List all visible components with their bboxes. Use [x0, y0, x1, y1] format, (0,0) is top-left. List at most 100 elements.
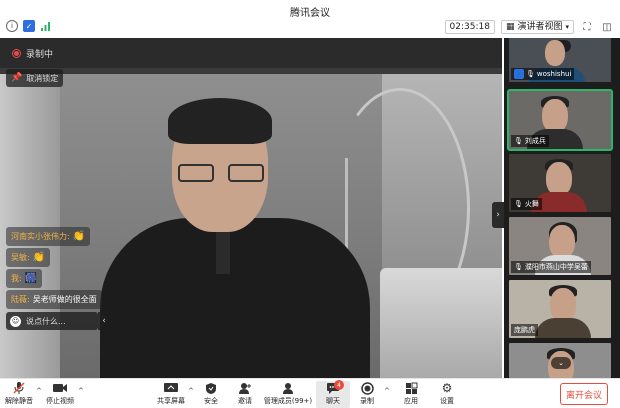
mic-icon: 🎙: [514, 263, 523, 271]
speaker-glasses: [178, 164, 264, 184]
chat-sender: 河南实小张伟力:: [11, 232, 70, 241]
scroll-down-icon[interactable]: ⌄: [551, 357, 571, 369]
recording-label: 录制中: [26, 50, 54, 60]
recording-bar: [0, 38, 502, 68]
participant-tile[interactable]: 🎙 刘成兵: [507, 89, 613, 151]
participant-name-tag: 👤 🎙 woshishui: [511, 68, 575, 80]
apps-grid-icon: [403, 381, 419, 395]
speaker-hair: [168, 98, 272, 144]
participant-name-tag: 🎙 刘成兵: [511, 135, 549, 147]
participant-tile[interactable]: 庞鹏虎: [509, 280, 611, 338]
chat-unread-badge: 4: [334, 380, 344, 390]
chat-message: 陆薇: 吴老师做的很全面: [6, 290, 102, 309]
video-label: 停止视频: [46, 397, 74, 405]
manage-members-label: 管理成员(99+): [263, 397, 313, 405]
share-screen-label: 共享屏幕: [157, 397, 185, 405]
share-screen-button[interactable]: 共享屏幕: [156, 381, 186, 408]
security-shield-icon: [203, 381, 219, 395]
participant-name-tag: 🎙 濮阳市燕山中学吴蕾: [511, 261, 591, 273]
mic-icon: 🎙: [514, 200, 523, 208]
participant-tile[interactable]: 🎙 濮阳市燕山中学吴蕾: [509, 217, 611, 275]
gear-icon: ⚙: [441, 381, 453, 395]
view-mode-label: 演讲者视图: [517, 21, 563, 32]
participant-rail: ⌃ 👤 🎙 woshishui 🎙 刘成兵 🎙 火舞: [504, 38, 620, 378]
chat-message: 我: 🎆: [6, 269, 43, 288]
invite-label: 邀请: [238, 397, 252, 405]
apps-label: 应用: [404, 397, 418, 405]
app-title: 腾讯会议: [290, 8, 330, 19]
chevron-down-icon: ▾: [565, 22, 569, 31]
share-screen-icon: [163, 381, 179, 395]
security-label: 安全: [204, 397, 218, 405]
meeting-window: 腾讯会议 i ✓ 02:35:18 ▦ 演讲者视图 ▾ ⛶ ◫ 录制中 📌 取消…: [0, 0, 620, 408]
mic-muted-icon: [11, 381, 27, 395]
record-label: 录制: [360, 397, 374, 405]
info-icon[interactable]: i: [6, 20, 18, 32]
mute-label: 解除静音: [5, 397, 33, 405]
chat-button[interactable]: 4 聊天: [316, 380, 350, 408]
record-icon: [359, 381, 375, 395]
pin-icon: 📌: [11, 73, 23, 83]
record-dot-icon: [12, 49, 21, 58]
participant-face: [549, 225, 575, 259]
security-button[interactable]: 安全: [200, 381, 222, 408]
chat-overlay: 河南实小张伟力: 👏 吴敏: 👏 我: 🎆 陆薇: 吴老师做的很全面: [6, 224, 126, 309]
participant-face: [542, 99, 568, 133]
participant-name-tag: 🎙 火舞: [511, 198, 542, 210]
share-options-chevron[interactable]: ^: [188, 387, 194, 395]
title-controls: 02:35:18 ▦ 演讲者视图 ▾ ⛶ ◫: [444, 20, 614, 34]
speaker-body: [100, 218, 370, 378]
clap-icon: 👏: [72, 231, 86, 242]
chat-input[interactable]: ☺ 说点什么...: [6, 312, 98, 330]
sidebar-toggle-icon[interactable]: ◫: [600, 20, 614, 34]
speaker-video: [90, 98, 410, 378]
status-icons: i ✓: [6, 20, 52, 32]
record-options-chevron[interactable]: ^: [384, 387, 390, 395]
meeting-toolbar: 解除静音 ^ 停止视频 ^ 共享屏幕 ^ 安全 邀请 管理成员(99+) 4 聊…: [0, 378, 620, 408]
participant-name: 濮阳市燕山中学吴蕾: [524, 263, 588, 271]
apps-button[interactable]: 应用: [400, 381, 422, 408]
video-button[interactable]: 停止视频: [44, 381, 76, 408]
signal-icon[interactable]: [40, 20, 52, 32]
video-options-chevron[interactable]: ^: [78, 387, 84, 395]
participant-face: [550, 288, 576, 322]
chat-collapse-button[interactable]: ‹: [98, 312, 110, 330]
chat-text: 吴老师做的很全面: [32, 295, 97, 304]
rail-collapse-button[interactable]: ›: [492, 202, 504, 228]
participant-name: 刘成兵: [524, 137, 546, 145]
settings-button[interactable]: ⚙ 设置: [436, 381, 458, 408]
participant-tile[interactable]: ⌃ 👤 🎙 woshishui: [509, 38, 611, 82]
mic-icon: 🎙: [526, 70, 535, 78]
participant-name: woshishui: [536, 70, 572, 78]
record-button[interactable]: 录制: [356, 381, 378, 408]
view-mode-dropdown[interactable]: ▦ 演讲者视图 ▾: [500, 20, 574, 34]
clap-icon: 👏: [32, 252, 46, 263]
host-icon: 👤: [514, 69, 524, 79]
participant-face: [545, 40, 565, 66]
mute-options-chevron[interactable]: ^: [36, 387, 42, 395]
leave-meeting-button[interactable]: 离开会议: [560, 383, 608, 405]
invite-button[interactable]: 邀请: [234, 381, 256, 408]
unlock-label: 取消锁定: [26, 73, 59, 83]
manage-members-button[interactable]: 管理成员(99+): [264, 381, 312, 408]
fireworks-icon: 🎆: [24, 273, 38, 284]
emoji-icon[interactable]: ☺: [10, 315, 21, 327]
chat-sender: 陆薇:: [11, 295, 30, 304]
participant-name-tag: 庞鹏虎: [511, 324, 538, 336]
mic-icon: 🎙: [514, 137, 523, 145]
camera-icon: [52, 381, 68, 395]
participant-tile[interactable]: 🎙 火舞: [509, 154, 611, 212]
mute-button[interactable]: 解除静音: [4, 381, 34, 408]
participant-face: [546, 162, 572, 196]
fullscreen-icon[interactable]: ⛶: [580, 20, 594, 34]
chat-sender: 吴敏:: [11, 253, 30, 262]
title-bar: 腾讯会议 i ✓ 02:35:18 ▦ 演讲者视图 ▾ ⛶ ◫: [0, 0, 620, 38]
unlock-button[interactable]: 📌 取消锁定: [6, 69, 64, 87]
chat-input-placeholder: 说点什么...: [26, 316, 66, 326]
shield-icon[interactable]: ✓: [23, 20, 35, 32]
participant-name: 火舞: [524, 200, 539, 208]
settings-label: 设置: [440, 397, 454, 405]
chat-sender: 我:: [11, 274, 22, 283]
participant-tile[interactable]: ⌄: [509, 343, 611, 378]
chat-message: 吴敏: 👏: [6, 248, 51, 267]
